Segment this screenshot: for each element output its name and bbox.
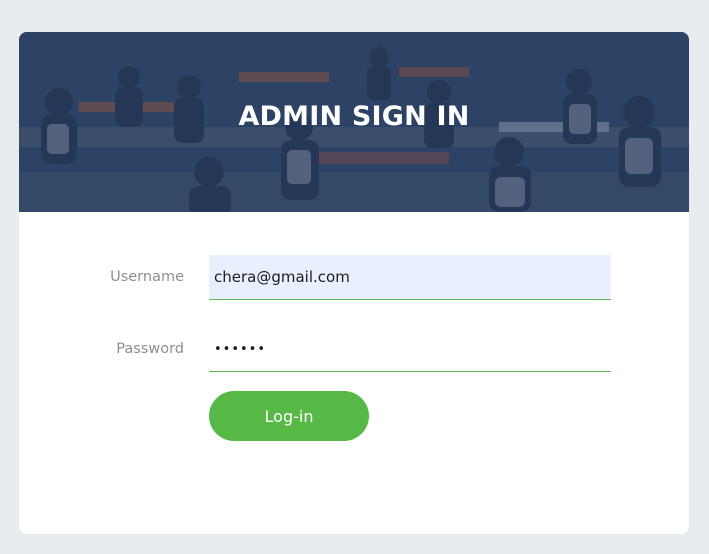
login-card: ADMIN SIGN IN Username Password Log-in xyxy=(19,32,689,534)
username-row: Username xyxy=(19,255,689,301)
password-row: Password xyxy=(19,327,689,373)
page-title: ADMIN SIGN IN xyxy=(238,101,470,132)
login-button[interactable]: Log-in xyxy=(209,391,369,441)
header-banner: ADMIN SIGN IN xyxy=(19,32,689,212)
password-input[interactable] xyxy=(209,327,611,372)
username-label: Username xyxy=(110,269,184,285)
password-label: Password xyxy=(116,341,184,357)
username-input[interactable] xyxy=(209,255,611,300)
